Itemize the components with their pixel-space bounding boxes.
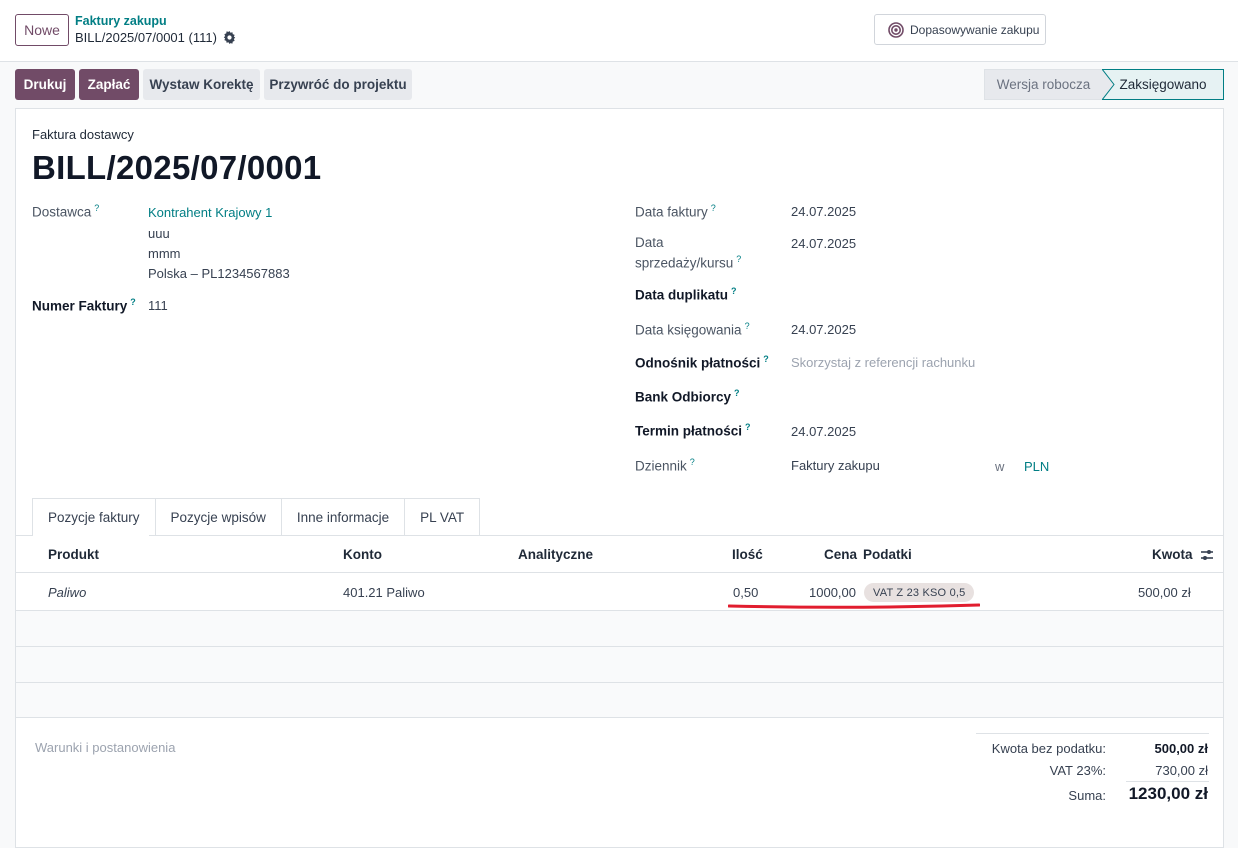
payment-reference-label: Odnośnik płatności? [635,354,769,371]
invoice-number-label-text: Numer Faktury [32,298,128,314]
print-button[interactable]: Drukuj [15,69,75,100]
row-account[interactable]: 401.21 Paliwo [343,585,425,600]
row-quantity[interactable]: 0,50 [733,585,758,600]
header-quantity[interactable]: Ilość [732,547,763,562]
terms-placeholder[interactable]: Warunki i postanowienia [35,740,175,755]
invoice-number-field[interactable]: 111 [148,298,168,313]
empty-row[interactable] [16,611,1223,646]
new-button[interactable]: Nowe [15,14,69,46]
vendor-label: Dostawca? [32,203,100,220]
tax-badge[interactable]: VAT Z 23 KSO 0,5 [864,583,975,602]
vendor-link[interactable]: Kontrahent Krajowy 1 [148,205,272,220]
table-header-divider [16,572,1223,573]
tab-journal-items[interactable]: Pozycje wpisów [155,498,282,536]
journal-label-text: Dziennik [635,458,687,474]
control-panel: Nowe Faktury zakupu BILL/2025/07/0001 (1… [0,0,1238,62]
duplicate-date-label: Data duplikatu? [635,286,737,303]
recipient-bank-label: Bank Odbiorcy? [635,388,740,405]
purchase-matching-button[interactable]: Dopasowywanie zakupu [874,14,1046,45]
total-label: Suma: [1068,788,1106,803]
breadcrumb-current-label: BILL/2025/07/0001 (111) [75,30,217,45]
header-analytic[interactable]: Analityczne [518,547,593,562]
vendor-address-line: mmm [148,246,181,261]
breadcrumb-parent-link[interactable]: Faktury zakupu [75,14,167,28]
tab-divider [16,535,1223,536]
header-account[interactable]: Konto [343,547,382,562]
status-posted[interactable]: Zaksięgowano [1102,69,1224,100]
accounting-date-label-text: Data księgowania [635,322,742,338]
breadcrumb-current: BILL/2025/07/0001 (111) [75,30,236,45]
row-price[interactable]: 1000,00 [809,585,856,600]
sale-date-label: Data [635,235,664,250]
totals-divider [976,733,1209,734]
payment-reference-label-text: Odnośnik płatności [635,355,761,371]
red-underline-annotation [728,603,980,609]
tab-invoice-lines[interactable]: Pozycje faktury [32,498,156,536]
currency-link[interactable]: PLN [1024,459,1049,474]
payment-reference-field[interactable]: Skorzystaj z referencji rachunku [791,355,975,370]
duplicate-date-label-text: Data duplikatu [635,287,729,303]
document-type: Faktura dostawcy [32,127,134,142]
untaxed-label: Kwota bez podatku: [991,741,1106,756]
vendor-address-line: Polska – PL1234567883 [148,266,290,281]
empty-row[interactable] [16,647,1223,682]
invoice-date-label: Data faktury? [635,203,716,220]
credit-note-button[interactable]: Wystaw Korektę [143,69,260,100]
pay-button[interactable]: Zapłać [79,69,139,100]
sale-date-label-text: sprzedaży/kursu [635,255,734,271]
header-taxes[interactable]: Podatki [863,547,912,562]
empty-row[interactable] [16,683,1223,717]
header-amount[interactable]: Kwota [1152,547,1193,562]
target-icon [888,21,904,38]
accounting-date-label: Data księgowania? [635,321,750,338]
accounting-date-field[interactable]: 24.07.2025 [791,322,856,337]
vendor-label-text: Dostawca [32,204,92,220]
row-divider [16,717,1223,718]
sale-date-label-line2: sprzedaży/kursu? [635,254,742,271]
vat-value: 730,00 zł [1155,763,1208,778]
page-title: BILL/2025/07/0001 [32,149,322,186]
journal-label: Dziennik? [635,457,695,474]
header-product[interactable]: Produkt [48,547,99,562]
total-value: 1230,00 zł [1128,784,1208,803]
status-posted-label: Zaksięgowano [1119,77,1207,92]
status-bar: Wersja robocza Zaksięgowano [984,69,1224,100]
notebook-tabs: Pozycje faktury Pozycje wpisów Inne info… [32,498,481,536]
journal-field[interactable]: Faktury zakupu [791,458,880,473]
untaxed-value: 500,00 zł [1154,741,1209,756]
status-draft[interactable]: Wersja robocza [984,69,1102,100]
gear-icon[interactable] [223,31,236,44]
reset-to-draft-button[interactable]: Przywróć do projektu [264,69,412,100]
active-tab-gap [33,535,149,536]
tab-pl-vat[interactable]: PL VAT [405,498,481,536]
row-amount: 500,00 zł [1138,585,1191,600]
header-price[interactable]: Cena [824,547,857,562]
row-product[interactable]: Paliwo [48,585,86,600]
vendor-address-line: uuu [148,226,170,241]
tab-other-info[interactable]: Inne informacje [281,498,406,536]
status-arrow-icon [1102,69,1115,100]
due-date-label: Termin płatności? [635,422,751,439]
sale-date-field[interactable]: 24.07.2025 [791,236,856,251]
optional-columns-icon[interactable] [1199,547,1215,563]
total-divider [1126,781,1209,782]
form-sheet: Faktura dostawcy BILL/2025/07/0001 Dosta… [15,108,1224,848]
due-date-field[interactable]: 24.07.2025 [791,424,856,439]
vat-label: VAT 23%: [1049,763,1106,778]
invoice-date-field[interactable]: 24.07.2025 [791,204,856,219]
in-label: w [995,459,1005,474]
invoice-date-label-text: Data faktury [635,204,708,220]
due-date-label-text: Termin płatności [635,423,743,439]
purchase-matching-label: Dopasowywanie zakupu [910,22,1040,37]
recipient-bank-label-text: Bank Odbiorcy [635,389,732,405]
invoice-number-label: Numer Faktury? [32,297,136,314]
